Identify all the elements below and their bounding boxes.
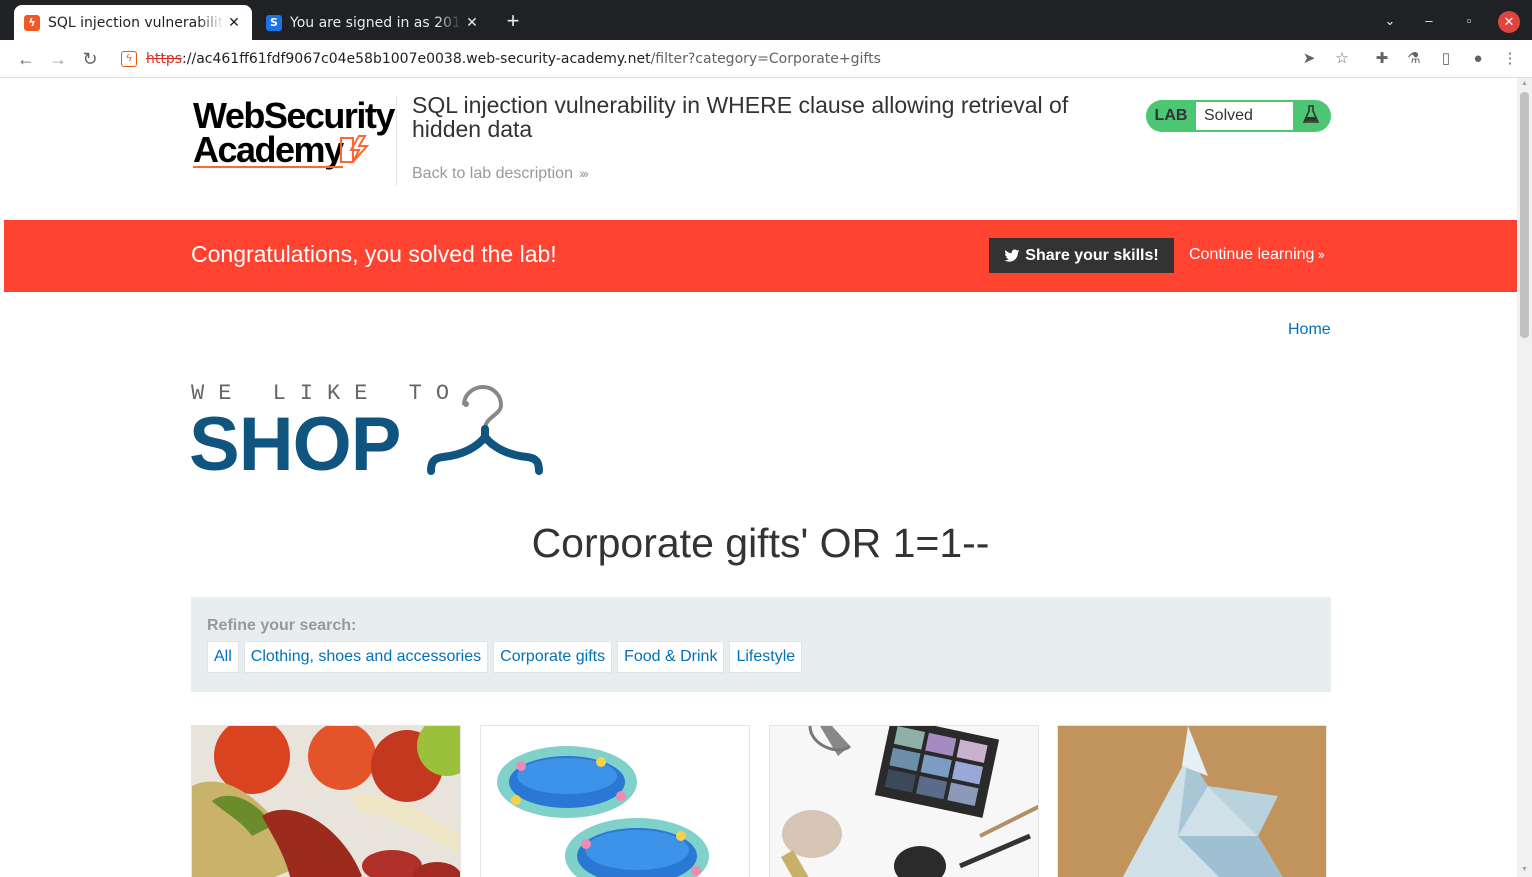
share-label: Share your skills! — [1025, 246, 1159, 264]
logo-bolt-icon — [340, 135, 370, 163]
filter-lifestyle[interactable]: Lifestyle — [729, 641, 803, 673]
continue-learning-link[interactable]: Continue learning ›› — [1189, 246, 1325, 264]
extensions-puzzle-icon[interactable]: ✚ — [1371, 48, 1393, 70]
product-card[interactable] — [480, 725, 750, 877]
tab-inactive[interactable]: S You are signed in as 2010 ✕ — [256, 5, 490, 40]
filter-all[interactable]: All — [207, 641, 239, 673]
product-grid — [191, 725, 1331, 877]
home-link[interactable]: Home — [1288, 321, 1331, 339]
product-image-origami-banknote-bird — [1058, 726, 1326, 877]
menu-kebab-icon[interactable]: ⋮ — [1499, 48, 1521, 70]
bookmark-star-icon[interactable]: ☆ — [1331, 48, 1353, 70]
minimize-icon[interactable]: – — [1418, 10, 1440, 32]
refine-search-panel: Refine your search: All Clothing, shoes … — [191, 597, 1331, 692]
browser-tab-bar: ϟ SQL injection vulnerability in WHERE c… — [0, 0, 1532, 40]
lab-label: LAB — [1154, 107, 1188, 124]
address-bar[interactable]: ϟ https://ac461ff61fdf9067c04e58b1007e00… — [112, 44, 1358, 74]
category-heading: Corporate gifts' OR 1=1-- — [531, 520, 990, 566]
scrollbar-thumb[interactable] — [1520, 92, 1529, 338]
tab-title: SQL injection vulnerability in WHERE cla… — [48, 14, 224, 31]
product-image-paddling-pools — [481, 726, 749, 877]
product-card[interactable] — [191, 725, 461, 877]
shop-logo[interactable]: WE LIKE TO SHOP — [189, 381, 551, 487]
flask-icon — [1293, 104, 1329, 128]
product-image-makeup-palette-and-brushes — [770, 726, 1038, 877]
profile-avatar-icon[interactable]: ● — [1467, 48, 1489, 70]
product-card[interactable] — [769, 725, 1039, 877]
double-chevron-icon: ››› — [578, 165, 589, 181]
labs-flask-icon[interactable]: ⚗ — [1403, 48, 1425, 70]
tab-active[interactable]: ϟ SQL injection vulnerability in WHERE c… — [14, 5, 252, 40]
tab-title: You are signed in as 2010 — [290, 14, 462, 31]
side-panel-icon[interactable]: ▯ — [1435, 48, 1457, 70]
solved-banner: Congratulations, you solved the lab! Sha… — [4, 220, 1517, 292]
lab-title: SQL injection vulnerability in WHERE cla… — [412, 92, 1069, 142]
filter-food-drink[interactable]: Food & Drink — [617, 641, 725, 673]
hanger-icon — [427, 385, 543, 475]
back-arrow-icon[interactable]: ← — [13, 46, 39, 72]
filter-corporate-gifts[interactable]: Corporate gifts — [493, 641, 613, 673]
back-to-lab-link[interactable]: Back to lab description ››› — [412, 165, 589, 183]
send-icon[interactable]: ➤ — [1298, 48, 1320, 70]
congratulations-message: Congratulations, you solved the lab! — [191, 241, 557, 267]
logo-line-2: Academy — [193, 129, 344, 170]
twitter-icon — [1004, 249, 1020, 262]
double-chevron-icon: ›› — [1317, 246, 1324, 262]
product-card[interactable] — [1057, 725, 1327, 877]
tab-close-icon[interactable]: ✕ — [224, 15, 244, 31]
maximize-icon[interactable]: ▫ — [1458, 10, 1480, 32]
category-filters: All Clothing, shoes and accessories Corp… — [207, 641, 803, 673]
new-tab-button[interactable]: + — [500, 8, 526, 34]
browser-toolbar: ← → ↻ ϟ https://ac461ff61fdf9067c04e58b1… — [0, 40, 1532, 78]
page-scrollbar[interactable]: ▲ ▼ — [1517, 78, 1532, 877]
scroll-up-icon[interactable]: ▲ — [1520, 80, 1529, 89]
tab-close-icon[interactable]: ✕ — [462, 15, 482, 31]
product-image-fruit-and-salami — [192, 726, 460, 877]
tab-search-icon[interactable]: ⌄ — [1379, 10, 1401, 32]
window-close-icon[interactable]: ✕ — [1498, 11, 1520, 33]
web-security-academy-logo[interactable]: WebSecurity Academy — [191, 96, 395, 172]
logo-underline — [193, 166, 343, 168]
url-text[interactable]: https://ac461ff61fdf9067c04e58b1007e0038… — [146, 51, 881, 67]
scroll-down-icon[interactable]: ▼ — [1520, 866, 1529, 875]
site-s-icon: S — [266, 14, 282, 31]
header-divider — [396, 96, 397, 186]
reload-icon[interactable]: ↻ — [77, 46, 103, 72]
page-content: WebSecurity Academy SQL injection vulner… — [4, 78, 1517, 877]
filter-clothing[interactable]: Clothing, shoes and accessories — [243, 641, 489, 673]
lab-state: Solved — [1196, 102, 1293, 130]
site-info-icon[interactable]: ϟ — [121, 51, 137, 67]
forward-arrow-icon[interactable]: → — [45, 46, 71, 72]
refine-label: Refine your search: — [207, 617, 357, 634]
wsa-bolt-icon: ϟ — [24, 14, 40, 31]
shop-word: SHOP — [189, 402, 401, 487]
share-skills-button[interactable]: Share your skills! — [989, 238, 1174, 273]
lab-status-badge: LAB Solved — [1146, 100, 1331, 132]
